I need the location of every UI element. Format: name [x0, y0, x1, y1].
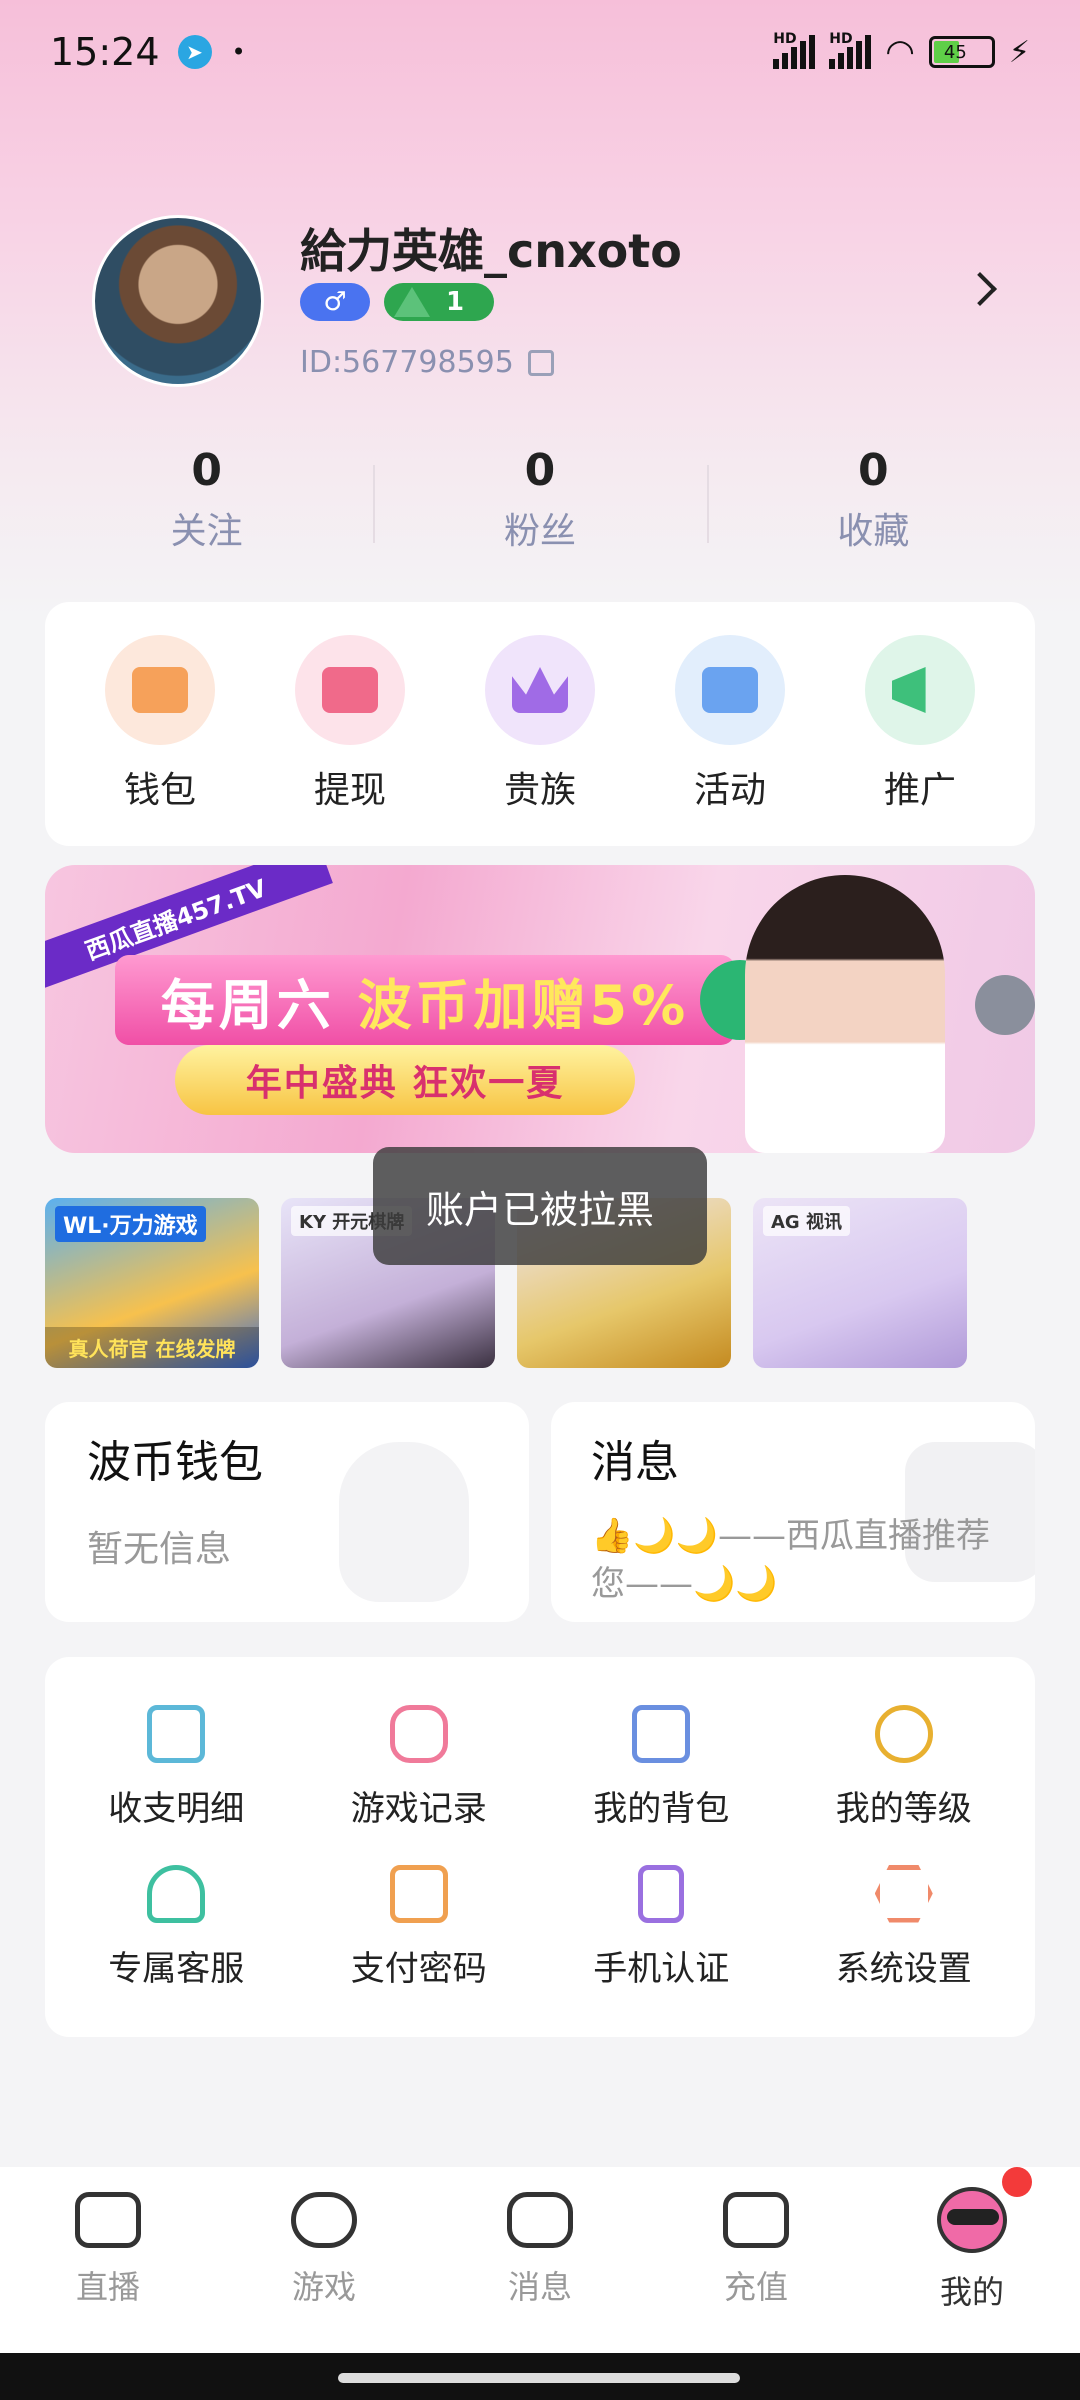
- home-indicator[interactable]: [338, 2373, 740, 2383]
- wallet-tab-icon: [723, 2192, 789, 2248]
- signal-icon-2: HD: [829, 31, 872, 69]
- level-icon: [394, 287, 430, 317]
- wallet-icon: [105, 635, 215, 745]
- user-id: ID:567798595: [300, 345, 554, 380]
- tool-game-records[interactable]: 游戏记录: [298, 1687, 541, 1847]
- tool-payment-password[interactable]: 支付密码: [298, 1847, 541, 2007]
- tab-messages[interactable]: 消息: [450, 2192, 630, 2308]
- stats-row: 0 关注 0 粉丝 0 收藏: [40, 445, 1040, 554]
- tool-settings[interactable]: 系统设置: [783, 1847, 1026, 2007]
- quick-wallet[interactable]: 钱包: [80, 635, 240, 813]
- wallet-subtitle: 暂无信息: [87, 1529, 232, 1570]
- avatar[interactable]: [92, 215, 264, 387]
- gift-icon: [675, 635, 785, 745]
- banner-model-image: [745, 875, 945, 1153]
- quick-events[interactable]: 活动: [650, 635, 810, 813]
- coin-wallet-card[interactable]: 波币钱包 暂无信息: [45, 1402, 529, 1622]
- profile-header[interactable]: 給力英雄_cnxoto ♂ 1 ID:567798595: [92, 215, 997, 390]
- user-badges: ♂ 1: [300, 283, 494, 321]
- banner-subtitle: 年中盛典 狂欢一夏: [175, 1045, 635, 1115]
- level-badge: 1: [384, 283, 494, 321]
- megaphone-icon: [865, 635, 975, 745]
- tool-phone-verify[interactable]: 手机认证: [540, 1847, 783, 2007]
- gear-icon: [874, 1864, 933, 1923]
- tab-recharge[interactable]: 充值: [666, 2192, 846, 2308]
- game-card-ag[interactable]: AG 视讯: [753, 1198, 967, 1368]
- tools-grid: 收支明细 游戏记录 我的背包 我的等级 专属客服 支付密码 手机认证 系统设置: [45, 1657, 1035, 2037]
- stat-favorites[interactable]: 0 收藏: [706, 445, 1040, 554]
- crown-icon: [485, 635, 595, 745]
- tool-my-level[interactable]: 我的等级: [783, 1687, 1026, 1847]
- wifi-icon: ◠: [885, 32, 915, 72]
- promo-banner[interactable]: 西瓜直播457.TV 每周六 波币加赠5% 年中盛典 狂欢一夏: [45, 865, 1035, 1153]
- star-badge-icon: [874, 1704, 933, 1763]
- stat-following[interactable]: 0 关注: [40, 445, 373, 554]
- lock-icon: [389, 1864, 448, 1923]
- withdraw-icon: [295, 635, 405, 745]
- tab-live[interactable]: 直播: [18, 2192, 198, 2308]
- gamepad-icon: [389, 1704, 448, 1763]
- battery-icon: 45: [928, 36, 995, 68]
- toast-message: 账户已被拉黑: [373, 1147, 707, 1265]
- copy-icon[interactable]: [527, 349, 554, 376]
- tool-transactions[interactable]: 收支明细: [55, 1687, 298, 1847]
- briefcase-icon: [632, 1704, 691, 1763]
- level-number: 1: [446, 287, 465, 317]
- username: 給力英雄_cnxoto: [300, 224, 682, 278]
- bottom-tab-bar: 直播 游戏 消息 充值 我的: [0, 2167, 1080, 2353]
- notification-badge: [1002, 2167, 1032, 2197]
- tab-mine[interactable]: 我的: [882, 2167, 1062, 2313]
- profile-tab-icon: [937, 2187, 1007, 2253]
- document-icon: [147, 1704, 206, 1763]
- quick-promote[interactable]: 推广: [840, 635, 1000, 813]
- game-card-wl[interactable]: WL·万力游戏 真人荷官 在线发牌: [45, 1198, 259, 1368]
- coin-icon-2: [975, 975, 1035, 1035]
- tool-backpack[interactable]: 我的背包: [540, 1687, 783, 1847]
- status-bar: 15:24 ➤ • HD HD ◠ 45 ⚡: [0, 0, 1080, 104]
- video-camera-icon: [75, 2192, 141, 2248]
- gamepad-tab-icon: [291, 2192, 357, 2248]
- clock: 15:24: [50, 30, 160, 74]
- charging-icon: ⚡: [1008, 34, 1030, 70]
- quick-nobility[interactable]: 贵族: [460, 635, 620, 813]
- telegram-icon: ➤: [177, 35, 212, 69]
- stat-fans[interactable]: 0 粉丝: [373, 445, 706, 554]
- banner-headline: 每周六 波币加赠5%: [115, 955, 735, 1045]
- messages-title: 消息: [591, 1437, 679, 1488]
- chevron-right-icon[interactable]: [963, 272, 997, 306]
- tab-games[interactable]: 游戏: [234, 2192, 414, 2308]
- chat-heart-icon: [507, 2192, 573, 2248]
- phone-check-icon: [638, 1864, 685, 1923]
- messages-card[interactable]: 消息 👍🌙🌙——西瓜直播推荐您——🌙🌙: [551, 1402, 1035, 1622]
- notification-dot: •: [231, 38, 246, 66]
- quick-actions-card: 钱包 提现 贵族 活动 推广: [45, 602, 1035, 846]
- messages-preview: 👍🌙🌙——西瓜直播推荐您——🌙🌙: [591, 1516, 991, 1604]
- wallet-title: 波币钱包: [87, 1437, 263, 1488]
- tool-customer-service[interactable]: 专属客服: [55, 1847, 298, 2007]
- quick-withdraw[interactable]: 提现: [270, 635, 430, 813]
- signal-icon: HD: [773, 31, 816, 69]
- gender-badge: ♂: [300, 283, 370, 321]
- headset-icon: [147, 1864, 206, 1923]
